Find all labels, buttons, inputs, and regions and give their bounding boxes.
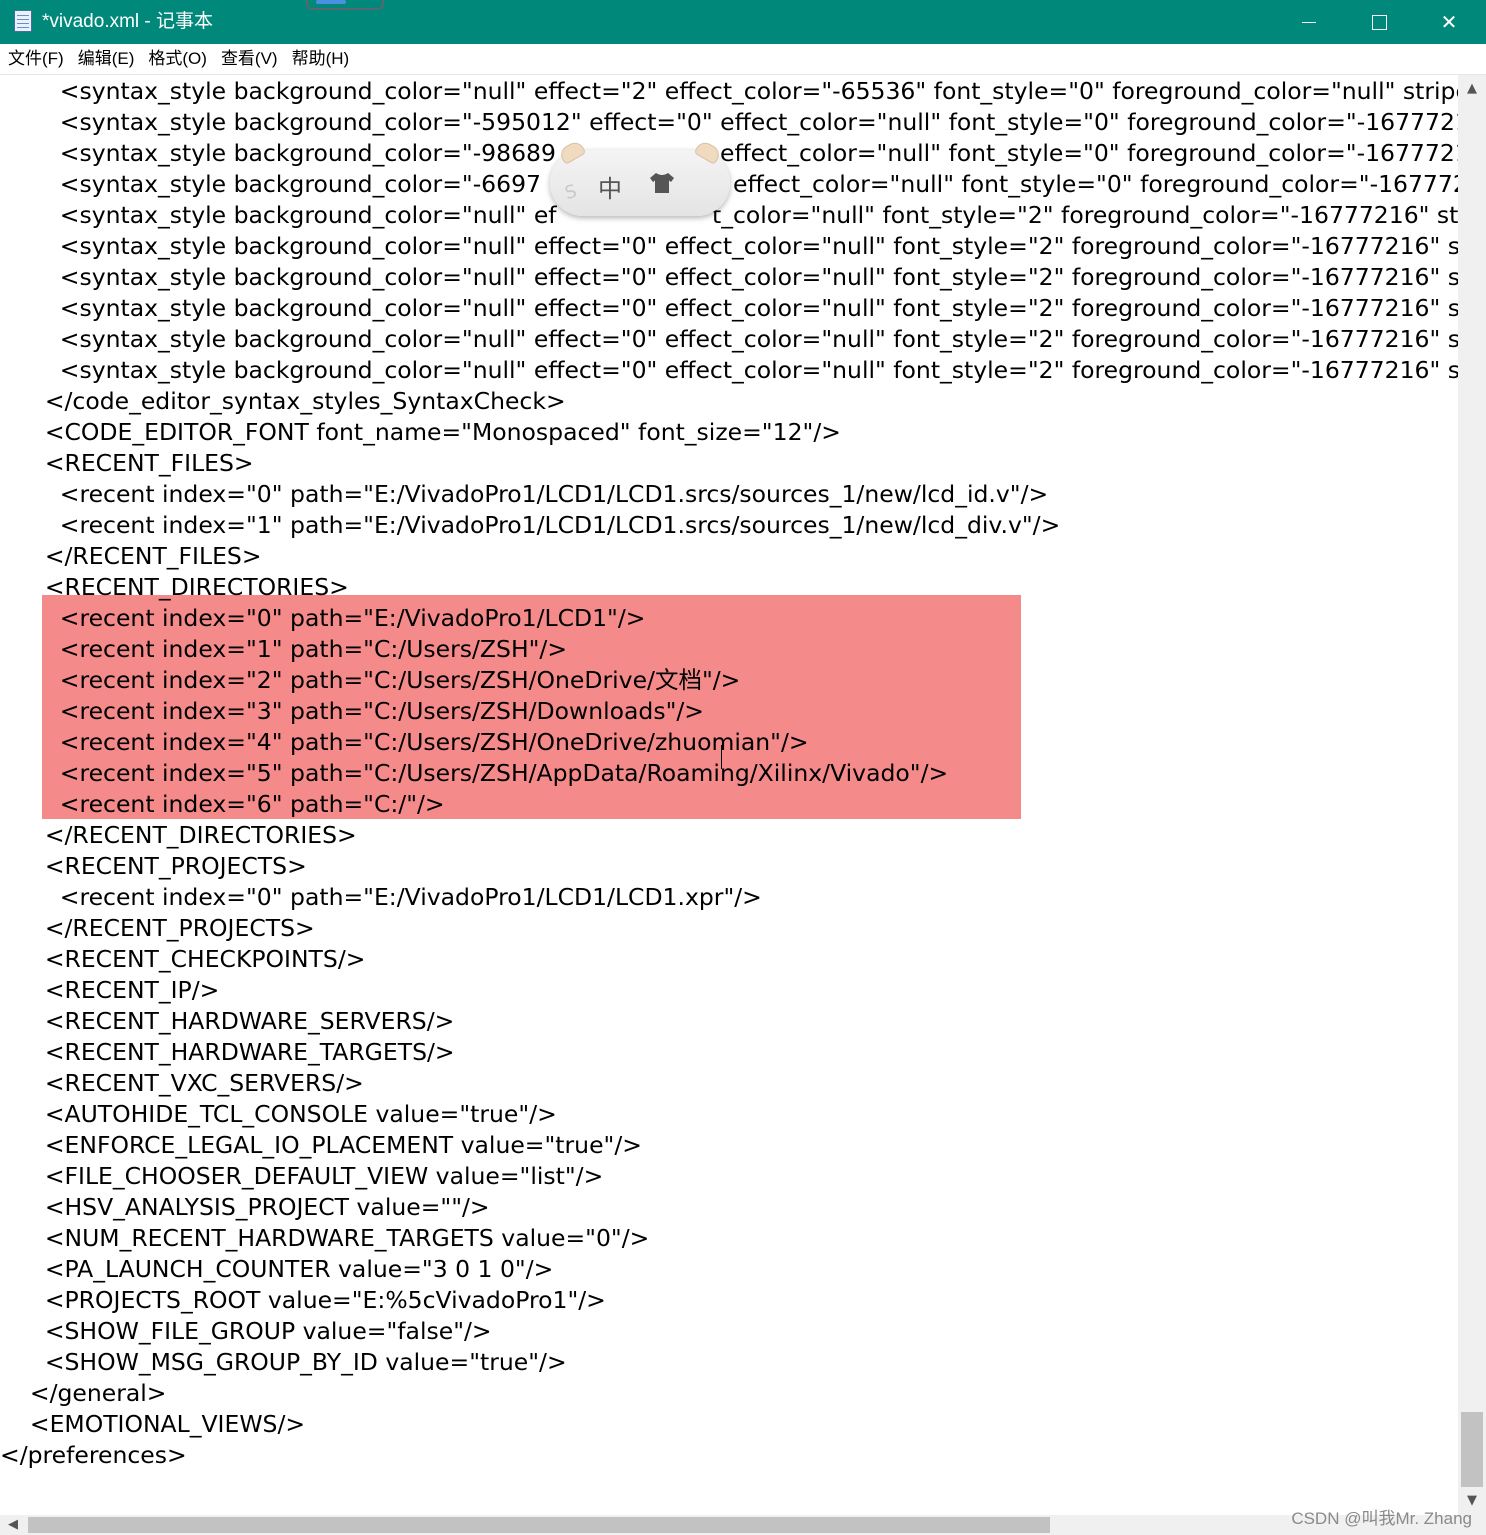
code-line: <RECENT_FILES> (0, 449, 254, 477)
code-line: </RECENT_FILES> (0, 542, 262, 570)
code-line-tail: t_color="null" font_style="2" foreground… (712, 201, 1458, 229)
ime-language-toggle[interactable]: 中 (598, 169, 622, 204)
code-line: <FILE_CHOOSER_DEFAULT_VIEW value="list"/… (0, 1162, 604, 1190)
code-line: <syntax_style background_color="null" ef… (0, 77, 1458, 105)
vertical-scroll-thumb[interactable] (1461, 1412, 1483, 1487)
menu-bar: 文件(F) 编辑(E) 格式(O) 查看(V) 帮助(H) (0, 44, 1486, 75)
code-line: <NUM_RECENT_HARDWARE_TARGETS value="0"/> (0, 1224, 650, 1252)
code-line: <EMOTIONAL_VIEWS/> (0, 1410, 306, 1438)
minimize-icon (1302, 21, 1316, 23)
code-line: <syntax_style background_color="null" ef (0, 201, 557, 229)
code-line: <recent index="0" path="E:/VivadoPro1/LC… (0, 604, 646, 632)
code-line: <RECENT_DIRECTORIES> (0, 573, 349, 601)
code-line: <recent index="1" path="C:/Users/ZSH"/> (0, 635, 568, 663)
code-line: <RECENT_PROJECTS> (0, 852, 307, 880)
code-line: <RECENT_HARDWARE_TARGETS/> (0, 1038, 455, 1066)
title-bar: *vivado.xml - 记事本 ✕ (0, 0, 1486, 44)
code-line: </RECENT_PROJECTS> (0, 914, 315, 942)
menu-format[interactable]: 格式(O) (142, 46, 213, 72)
minimize-button[interactable] (1274, 0, 1344, 44)
scroll-left-icon[interactable]: ◀ (4, 1515, 22, 1535)
code-line: <PA_LAUNCH_COUNTER value="3 0 1 0"/> (0, 1255, 554, 1283)
code-line: <ENFORCE_LEGAL_IO_PLACEMENT value="true"… (0, 1131, 642, 1159)
code-line: </code_editor_syntax_styles_SyntaxCheck> (0, 387, 566, 415)
close-button[interactable]: ✕ (1414, 0, 1484, 44)
scroll-up-icon[interactable]: ▲ (1462, 79, 1482, 99)
code-line: <syntax_style background_color="null" ef… (0, 356, 1458, 384)
menu-file[interactable]: 文件(F) (2, 46, 70, 72)
code-line: <AUTOHIDE_TCL_CONSOLE value="true"/> (0, 1100, 557, 1128)
code-line: <recent index="2" path="C:/Users/ZSH/One… (0, 666, 741, 694)
code-line: <CODE_EDITOR_FONT font_name="Monospaced"… (0, 418, 841, 446)
horizontal-scroll-thumb[interactable] (28, 1517, 1050, 1533)
code-line: <RECENT_HARDWARE_SERVERS/> (0, 1007, 455, 1035)
window-title: *vivado.xml - 记事本 (42, 11, 214, 32)
code-line: <recent index="1" path="E:/VivadoPro1/LC… (0, 511, 1061, 539)
code-line: <syntax_style background_color="null" ef… (0, 232, 1458, 260)
menu-help[interactable]: 帮助(H) (286, 46, 356, 72)
code-line: <recent index="0" path="E:/VivadoPro1/LC… (0, 883, 762, 911)
code-line-tail: effect_color="null" font_style="0" foreg… (733, 170, 1458, 198)
taskbar-preview-tab (306, 0, 384, 10)
maximize-button[interactable] (1344, 0, 1414, 44)
code-line: <syntax_style background_color="-595012"… (0, 108, 1458, 136)
code-line: <syntax_style background_color="null" ef… (0, 263, 1458, 291)
shirt-icon[interactable] (648, 171, 676, 195)
code-line: <syntax_style background_color="-98689 (0, 139, 556, 167)
code-line-tail: effect_color="null" font_style="0" foreg… (720, 139, 1458, 167)
code-line: <RECENT_IP/> (0, 976, 220, 1004)
code-line: <recent index="5" path="C:/Users/ZSH/App… (0, 759, 949, 787)
maximize-icon (1371, 14, 1387, 30)
code-line: <recent index="0" path="E:/VivadoPro1/LC… (0, 480, 1049, 508)
code-line: <syntax_style background_color="-6697 (0, 170, 541, 198)
vertical-scrollbar[interactable] (1458, 75, 1486, 1515)
close-icon: ✕ (1440, 10, 1458, 34)
csdn-watermark: CSDN @叫我Mr. Zhang (1291, 1509, 1472, 1528)
menu-view[interactable]: 查看(V) (215, 46, 284, 72)
code-line: </preferences> (0, 1441, 187, 1469)
notepad-icon (14, 10, 32, 32)
code-line: <syntax_style background_color="null" ef… (0, 294, 1458, 322)
code-line: <PROJECTS_ROOT value="E:%5cVivadoPro1"/> (0, 1286, 606, 1314)
ime-status-bar[interactable]: S 中 (550, 139, 730, 216)
code-line: <SHOW_MSG_GROUP_BY_ID value="true"/> (0, 1348, 567, 1376)
code-line: </RECENT_DIRECTORIES> (0, 821, 357, 849)
menu-edit[interactable]: 编辑(E) (72, 46, 141, 72)
code-line: <recent index="6" path="C:/"/> (0, 790, 445, 818)
code-line: <syntax_style background_color="null" ef… (0, 325, 1458, 353)
code-line: <recent index="3" path="C:/Users/ZSH/Dow… (0, 697, 705, 725)
code-line: </general> (0, 1379, 167, 1407)
code-line: <HSV_ANALYSIS_PROJECT value=""/> (0, 1193, 490, 1221)
code-line: <SHOW_FILE_GROUP value="false"/> (0, 1317, 492, 1345)
sogou-logo-icon: S (562, 180, 580, 205)
code-line: <recent index="4" path="C:/Users/ZSH/One… (0, 728, 809, 756)
code-line: <RECENT_CHECKPOINTS/> (0, 945, 366, 973)
code-line: <RECENT_VXC_SERVERS/> (0, 1069, 364, 1097)
text-editor-area[interactable]: <syntax_style background_color="null" ef… (0, 75, 1458, 1515)
